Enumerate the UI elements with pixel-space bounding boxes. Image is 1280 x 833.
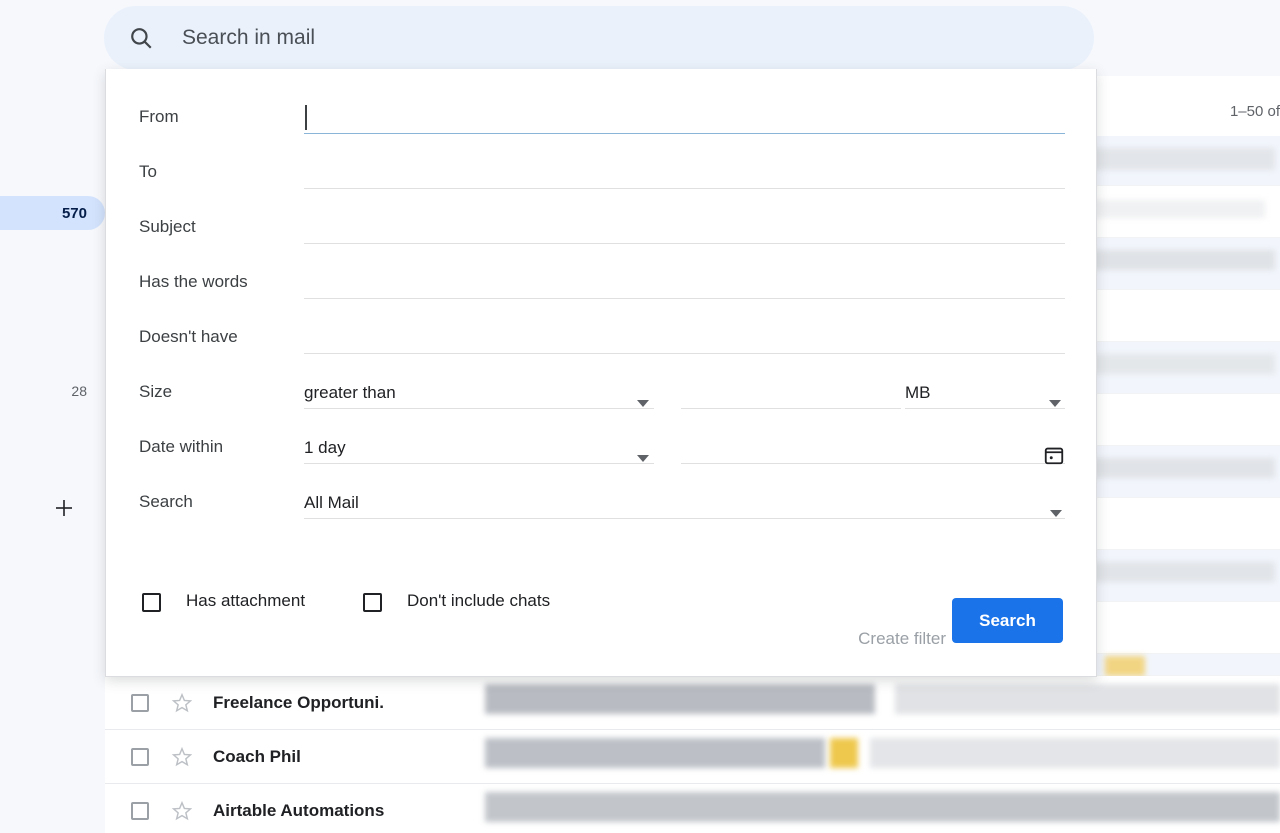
plus-icon[interactable] [50, 494, 78, 522]
date-range-select[interactable] [304, 463, 654, 464]
field-row-doesnt-have: Doesn't have [106, 309, 1098, 364]
chevron-down-icon[interactable] [1050, 510, 1062, 517]
dialog-checkbox-row: Has attachment Don't include chats [106, 577, 1098, 629]
chevron-down-icon[interactable] [637, 400, 649, 407]
create-filter-button[interactable]: Create filter [858, 629, 946, 649]
subject-input[interactable] [304, 243, 1065, 244]
calendar-icon[interactable] [1043, 444, 1065, 466]
field-row-search-scope: Search All Mail [106, 474, 1098, 529]
field-row-from: From [106, 89, 1098, 144]
sidebar: 570 28 [0, 0, 105, 833]
chevron-down-icon[interactable] [1049, 400, 1061, 407]
search-scope-select[interactable] [304, 518, 1065, 519]
row-sender: Airtable Automations [213, 800, 385, 820]
has-the-words-input[interactable] [304, 298, 1065, 299]
exclude-chats-checkbox[interactable] [363, 593, 382, 612]
has-attachment-label[interactable]: Has attachment [186, 591, 305, 611]
search-button[interactable]: Search [952, 598, 1063, 643]
sidebar-item-secondary[interactable]: 28 [0, 374, 105, 408]
from-input[interactable] [304, 132, 1065, 134]
to-input[interactable] [304, 188, 1065, 189]
star-outline-icon[interactable] [171, 692, 193, 714]
star-outline-icon[interactable] [171, 746, 193, 768]
has-the-words-label: Has the words [139, 271, 248, 291]
field-row-subject: Subject [106, 199, 1098, 254]
row-sender: Freelance Opportuni. [213, 692, 384, 712]
from-label: From [139, 106, 179, 126]
star-outline-icon[interactable] [171, 800, 193, 822]
text-cursor [305, 105, 307, 130]
sidebar-item-badge: 28 [71, 383, 87, 399]
size-label: Size [139, 381, 173, 401]
search-scope-label: Search [139, 491, 193, 511]
row-checkbox[interactable] [131, 693, 149, 712]
table-row[interactable]: Freelance Opportuni. [105, 676, 1280, 730]
row-checkbox[interactable] [131, 801, 149, 820]
field-row-has-the-words: Has the words [106, 254, 1098, 309]
field-row-size: Size greater than MB [106, 364, 1098, 419]
field-row-date-within: Date within 1 day [106, 419, 1098, 474]
doesnt-have-label: Doesn't have [139, 326, 238, 346]
pagination-label: 1–50 of [1229, 103, 1280, 120]
table-row[interactable]: Airtable Automations [105, 784, 1280, 833]
search-bar[interactable]: Search in mail [104, 6, 1094, 70]
row-checkbox[interactable] [131, 747, 149, 766]
size-unit-select[interactable] [905, 408, 1065, 409]
doesnt-have-input[interactable] [304, 353, 1065, 354]
row-sender: Coach Phil [213, 746, 301, 766]
date-range-value[interactable]: 1 day [304, 438, 346, 458]
date-within-label: Date within [139, 436, 224, 456]
field-row-to: To [106, 144, 1098, 199]
sidebar-item-inbox[interactable]: 570 [0, 196, 105, 230]
size-unit-value[interactable]: MB [905, 383, 931, 403]
sidebar-item-badge: 570 [61, 204, 87, 222]
to-label: To [139, 161, 157, 181]
size-operator-value[interactable]: greater than [304, 383, 396, 403]
table-row[interactable]: Coach Phil [105, 730, 1280, 784]
date-value-input[interactable] [681, 463, 1065, 464]
size-amount-input[interactable] [681, 408, 901, 409]
size-operator-select[interactable] [304, 408, 654, 409]
search-scope-value[interactable]: All Mail [304, 493, 359, 513]
subject-label: Subject [139, 216, 196, 236]
has-attachment-checkbox[interactable] [142, 593, 161, 612]
advanced-search-dialog: From To Subject Has the words Doesn't ha… [105, 69, 1097, 677]
chevron-down-icon[interactable] [637, 455, 649, 462]
search-input-placeholder[interactable]: Search in mail [182, 26, 315, 50]
search-icon [128, 25, 154, 51]
exclude-chats-label[interactable]: Don't include chats [407, 591, 550, 611]
